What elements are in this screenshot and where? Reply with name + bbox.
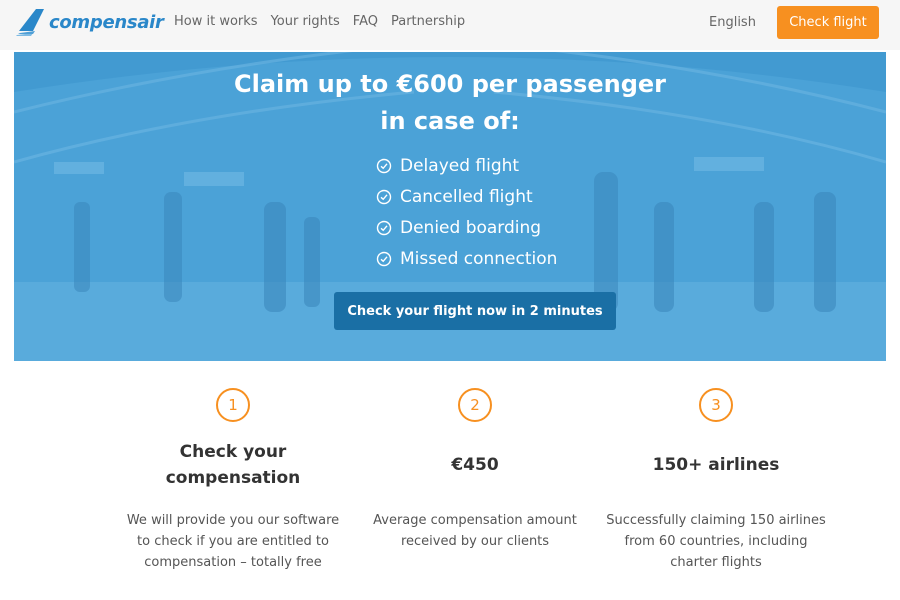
list-item-label: Cancelled flight (400, 186, 533, 207)
step-number-badge: 2 (458, 388, 492, 422)
brand-logo[interactable]: compensair (16, 4, 164, 40)
wing-logo-icon (16, 9, 44, 36)
check-circle-icon (376, 158, 392, 173)
language-selector[interactable]: English (709, 15, 756, 30)
feature-card-average-compensation: 2 €450 Average compensation amount recei… (365, 388, 585, 552)
check-circle-icon (376, 251, 392, 266)
step-number-badge: 3 (699, 388, 733, 422)
nav-link-faq[interactable]: FAQ (353, 14, 378, 29)
hero-title: Claim up to €600 per passenger in case o… (14, 66, 886, 140)
list-item-label: Missed connection (400, 248, 558, 269)
feature-description: We will provide you our software to chec… (126, 513, 340, 570)
hero-title-line-1: Claim up to €600 per passenger (234, 70, 666, 98)
nav-link-how-it-works[interactable]: How it works (174, 14, 258, 29)
hero-title-line-2: in case of: (380, 107, 520, 135)
check-flight-button[interactable]: Check flight (777, 6, 879, 39)
feature-description: Average compensation amount received by … (373, 513, 577, 549)
list-item-label: Delayed flight (400, 155, 520, 176)
feature-card-check-compensation: 1 Check your compensation We will provid… (123, 388, 343, 573)
brand-name: compensair (49, 11, 164, 33)
nav-link-partnership[interactable]: Partnership (391, 14, 465, 29)
feature-title: 150+ airlines (652, 455, 780, 475)
feature-title: €450 (451, 455, 499, 475)
list-item: Cancelled flight (376, 181, 557, 212)
step-number-badge: 1 (216, 388, 250, 422)
list-item: Denied boarding (376, 212, 557, 243)
hero-banner: Claim up to €600 per passenger in case o… (14, 52, 886, 361)
feature-title: Check your compensation (165, 442, 301, 488)
nav-links: How it works Your rights FAQ Partnership (174, 14, 465, 29)
list-item: Missed connection (376, 243, 557, 274)
nav-link-your-rights[interactable]: Your rights (271, 14, 340, 29)
list-item-label: Denied boarding (400, 217, 542, 238)
check-circle-icon (376, 189, 392, 204)
top-navigation: compensair How it works Your rights FAQ … (0, 0, 900, 50)
feature-description: Successfully claiming 150 airlines from … (606, 513, 826, 570)
check-circle-icon (376, 220, 392, 235)
list-item: Delayed flight (376, 150, 557, 181)
feature-card-airlines: 3 150+ airlines Successfully claiming 15… (606, 388, 826, 573)
claim-reasons-list: Delayed flight Cancelled flight Denied b… (376, 150, 557, 274)
check-your-flight-button[interactable]: Check your flight now in 2 minutes (334, 292, 616, 330)
